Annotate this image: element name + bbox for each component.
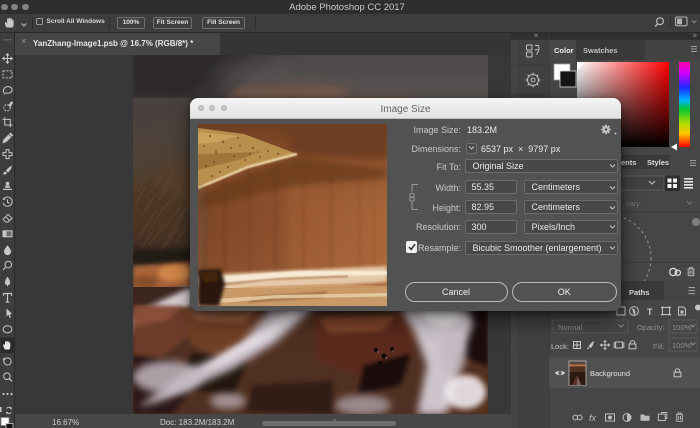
svg-text:Background: Background [590,369,630,378]
svg-text:Styles: Styles [647,158,669,167]
svg-text:fx: fx [589,413,597,423]
svg-text:Opacity:: Opacity: [637,323,665,332]
svg-text:100%: 100% [672,341,692,350]
svg-text:Color: Color [554,46,574,55]
svg-text:»: » [693,33,698,40]
svg-text:100%: 100% [672,323,692,332]
svg-text:«: « [534,33,539,40]
svg-text:T: T [647,307,653,317]
svg-text:Swatches: Swatches [583,46,618,55]
svg-text:Paths: Paths [629,288,649,297]
svg-text:Lock:: Lock: [551,342,569,351]
svg-text:ents: ents [621,158,636,167]
svg-text:rary: rary [627,199,640,208]
svg-text:Normal: Normal [558,323,583,332]
svg-text:Fill:: Fill: [653,342,665,351]
